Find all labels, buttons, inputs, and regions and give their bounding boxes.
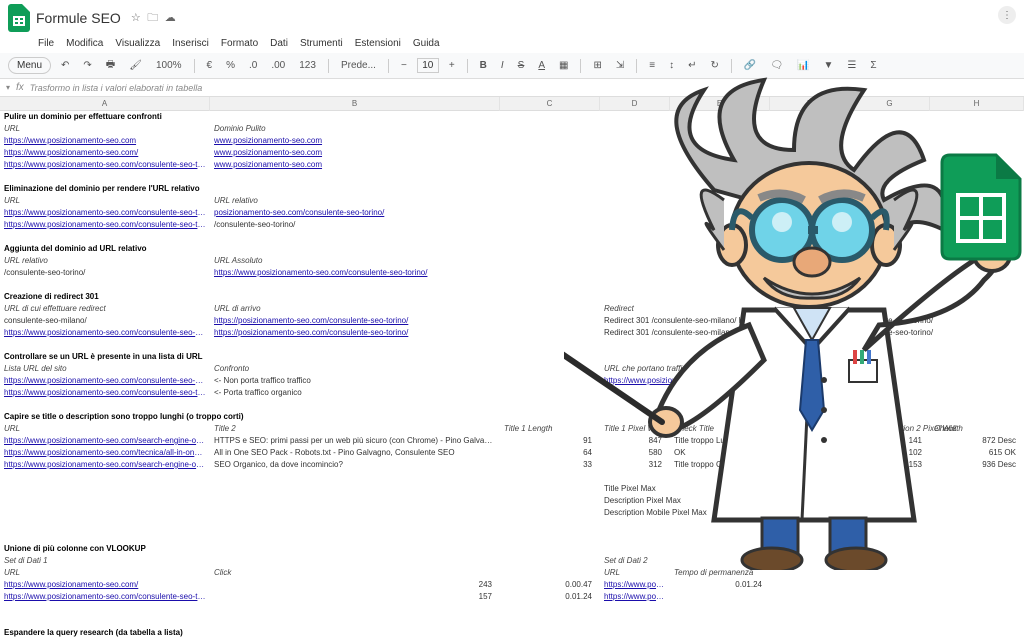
currency-button[interactable]: € [203, 58, 217, 73]
cell[interactable]: /consulente-seo-torino/ [0, 267, 210, 279]
number-format-button[interactable]: 123 [295, 58, 320, 73]
cell[interactable]: 157 [210, 591, 500, 603]
sec2-title: Eliminazione del dominio per rendere l'U… [0, 183, 210, 195]
cell[interactable]: 0.00.47 [500, 579, 600, 591]
cell[interactable]: <- Non porta traffico traffico [210, 375, 500, 387]
cell[interactable]: /consulente-seo-torino/ [210, 219, 500, 231]
sec3-title: Aggiunta del dominio ad URL relativo [0, 243, 210, 255]
cell[interactable]: URL [0, 195, 210, 207]
move-icon[interactable]: 🗀 [147, 12, 158, 24]
zoom-dropdown[interactable]: 100% [152, 58, 186, 73]
name-box-dropdown-icon[interactable]: ▾ [6, 83, 10, 92]
decimal-decrease-button[interactable]: .0 [245, 58, 261, 73]
cell[interactable]: All in One SEO Pack - Robots.txt - Pino … [210, 447, 500, 459]
cell[interactable]: URL [0, 567, 210, 579]
cell[interactable]: <- Porta traffico organico [210, 387, 500, 399]
strikethrough-icon[interactable]: S [514, 58, 529, 73]
cell[interactable]: www.posizionamento-seo.com [210, 147, 500, 159]
cell[interactable]: Dominio Pulito [210, 123, 500, 135]
cell[interactable]: URL relativo [0, 255, 210, 267]
cell[interactable]: Set di Dati 1 [0, 555, 210, 567]
cell[interactable]: https://www.posizionamento-seo.com/ [0, 579, 210, 591]
cell[interactable]: posizionamento-seo.com/consulente-seo-to… [210, 207, 500, 219]
menu-format[interactable]: Formato [221, 38, 258, 49]
formula-input[interactable]: Trasformo in lista i valori elaborati in… [30, 83, 202, 93]
scientist-illustration [564, 50, 1024, 570]
fontsize-plus[interactable]: + [445, 58, 459, 73]
cell[interactable]: https://posizionamento-seo.com/consulent… [210, 327, 500, 339]
col-b[interactable]: B [210, 97, 500, 111]
sec1-title: Pulire un dominio per effettuare confron… [0, 111, 210, 123]
star-icon[interactable]: ☆ [131, 12, 141, 24]
bold-icon[interactable]: B [476, 58, 491, 73]
cell[interactable]: https://www.posizion [600, 579, 670, 591]
menu-tools[interactable]: Strumenti [300, 38, 343, 49]
cell[interactable]: https://www.posizionamento-seo.com/tecni… [0, 447, 210, 459]
cell[interactable]: HTTPS e SEO: primi passi per un web più … [210, 435, 500, 447]
sec4-title: Creazione di redirect 301 [0, 291, 210, 303]
sec6-title: Capire se title o description sono tropp… [0, 411, 210, 423]
cell[interactable]: https://www.posizionamento-seo.com/consu… [210, 267, 500, 279]
cell[interactable]: Title 2 [210, 423, 500, 435]
cell[interactable]: https://www.posizionamento-seo.com [0, 135, 210, 147]
cell[interactable]: Lista URL del sito [0, 363, 210, 375]
print-icon[interactable]: 🖶 [102, 55, 119, 76]
sheets-logo-icon [8, 4, 30, 32]
menu-extensions[interactable]: Estensioni [355, 38, 401, 49]
sec5-title: Controllare se un URL è presente in una … [0, 351, 210, 363]
cell[interactable]: https://www.posizionamento-seo.com/searc… [0, 435, 210, 447]
cell[interactable]: 0.01.24 [500, 591, 600, 603]
fontsize-minus[interactable]: − [397, 58, 411, 73]
sec8-title: Espandere la query research (da tabella … [0, 627, 210, 639]
document-title[interactable]: Formule SEO [36, 10, 121, 26]
cell[interactable]: URL Assoluto [210, 255, 500, 267]
menu-help[interactable]: Guida [413, 38, 440, 49]
cell[interactable]: 0.01.24 [670, 579, 770, 591]
redo-icon[interactable]: ↷ [79, 58, 95, 73]
cell[interactable]: 243 [210, 579, 500, 591]
italic-icon[interactable]: I [497, 58, 508, 73]
cell[interactable]: https://www.posizionamento-seo.com/consu… [0, 159, 210, 171]
cell[interactable]: Click [210, 567, 500, 579]
menu-insert[interactable]: Inserisci [172, 38, 209, 49]
cell[interactable]: URL di arrivo [210, 303, 500, 315]
menus-chip[interactable]: Menu [8, 57, 51, 74]
cell[interactable]: https://posizionamento-seo.com/consulent… [210, 315, 500, 327]
cell[interactable]: URL [0, 123, 210, 135]
cloud-icon[interactable]: ☁ [165, 12, 176, 24]
cell[interactable]: https://www.posizionamento-seo.com/consu… [0, 375, 210, 387]
cell[interactable]: URL [0, 423, 210, 435]
menu-file[interactable]: File [38, 38, 54, 49]
cell[interactable]: URL di cui effettuare redirect [0, 303, 210, 315]
menu-view[interactable]: Visualizza [115, 38, 160, 49]
cell[interactable]: https://www.posizionamento-seo.com/consu… [0, 591, 210, 603]
cell[interactable]: https://www.posizionamento-seo.com/consu… [0, 387, 210, 399]
cell[interactable]: https://www.posizionamento-seo.com/consu… [0, 327, 210, 339]
percent-button[interactable]: % [222, 58, 239, 73]
undo-icon[interactable]: ↶ [57, 58, 73, 73]
menu-data[interactable]: Dati [270, 38, 288, 49]
cell[interactable]: URL relativo [210, 195, 500, 207]
cell[interactable]: https://www.posizion [600, 591, 670, 603]
cell[interactable]: Confronto [210, 363, 500, 375]
font-dropdown[interactable]: Prede... [337, 58, 380, 73]
menu-edit[interactable]: Modifica [66, 38, 103, 49]
paint-format-icon[interactable]: 🖌 [125, 58, 146, 73]
cell[interactable]: www.posizionamento-seo.com [210, 159, 500, 171]
col-a[interactable]: A [0, 97, 210, 111]
cell[interactable]: SEO Organico, da dove incomincio? [210, 459, 500, 471]
cell[interactable]: https://www.posizionamento-seo.com/ [0, 147, 210, 159]
cell[interactable]: consulente-seo-milano/ [0, 315, 210, 327]
sec7-title: Unione di più colonne con VLOOKUP [0, 543, 210, 555]
fontsize-input[interactable]: 10 [417, 58, 439, 73]
share-button[interactable]: ⋮ [998, 6, 1016, 24]
cell[interactable]: www.posizionamento-seo.com [210, 135, 500, 147]
text-color-icon[interactable]: A [534, 58, 549, 73]
decimal-increase-button[interactable]: .00 [267, 58, 289, 73]
fx-label: fx [16, 82, 24, 93]
cell[interactable]: https://www.posizionamento-seo.com/searc… [0, 459, 210, 471]
cell[interactable]: https://www.posizionamento-seo.com/consu… [0, 207, 210, 219]
cell[interactable]: https://www.posizionamento-seo.com/consu… [0, 219, 210, 231]
